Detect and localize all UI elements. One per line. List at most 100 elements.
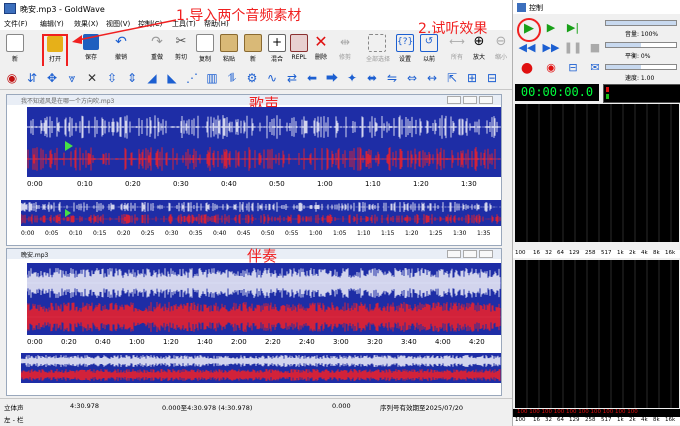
- balance-slider[interactable]: [605, 42, 677, 48]
- menu-file[interactable]: 文件(F): [4, 19, 28, 29]
- reverse-icon[interactable]: ⇋: [384, 70, 400, 86]
- frequency-axis: 100 16 32 64 129 258 517 1k 2k 4k 8k 16k: [513, 250, 680, 258]
- play-button[interactable]: ▶: [517, 18, 541, 42]
- freq-label: 4k: [641, 250, 648, 256]
- mechanize-icon[interactable]: ⚙: [244, 70, 260, 86]
- freq-label: 129: [569, 250, 580, 256]
- select-all-icon: [368, 34, 386, 52]
- time-tick: 1:20: [405, 230, 419, 237]
- normalize-icon[interactable]: ⇕: [124, 70, 140, 86]
- speed-slider-fill: [606, 65, 641, 69]
- invert-icon[interactable]: ⥮: [224, 70, 240, 86]
- spectrum-analyzer: [515, 104, 679, 242]
- volume-slider[interactable]: [605, 20, 677, 26]
- spatial-icon[interactable]: ⇱: [444, 70, 460, 86]
- set-button[interactable]: {?} 设置: [394, 34, 416, 64]
- noise-icon[interactable]: ∿: [264, 70, 280, 86]
- accompaniment-document-title: 晚安.mp3: [21, 252, 49, 259]
- marker-button[interactable]: ⊟: [563, 60, 583, 76]
- open-button[interactable]: 打开: [42, 34, 68, 68]
- vocal-overview[interactable]: [20, 200, 501, 226]
- time-tick: 0:40: [213, 230, 227, 237]
- time-tick: 1:00: [317, 180, 333, 188]
- zoom-out-button[interactable]: ⊖ 缩小: [490, 34, 512, 64]
- vocal-waveform[interactable]: [26, 107, 501, 177]
- play-selection-button[interactable]: ▶: [541, 20, 561, 36]
- vocal-document-title: 我不知道风是在哪一个方向吹.mp3: [21, 98, 115, 105]
- stretch-icon[interactable]: ⇵: [24, 70, 40, 86]
- settings-button[interactable]: ✉: [585, 60, 605, 76]
- playback-rate-icon[interactable]: ⇔: [404, 70, 420, 86]
- time-display: 00:00:00.0: [515, 84, 599, 101]
- time-tick: 1:35: [477, 230, 491, 237]
- minimize-button[interactable]: [447, 96, 461, 104]
- new-button[interactable]: 新: [4, 34, 26, 64]
- compress-icon[interactable]: ⇳: [104, 70, 120, 86]
- record-selection-button[interactable]: ◉: [541, 60, 561, 76]
- replace-button[interactable]: REPL: [288, 34, 310, 64]
- spectrum-grid: [526, 104, 672, 242]
- annotation-step1: 1.导入两个音频素材: [176, 8, 302, 24]
- trim-button[interactable]: ⇹ 修剪: [334, 34, 356, 64]
- time-tick: 0:30: [165, 230, 179, 237]
- reverb-icon[interactable]: ⬌: [364, 70, 380, 86]
- freq-label: 100: [515, 417, 526, 423]
- fade-in-icon[interactable]: ◢: [144, 70, 160, 86]
- time-tick: 3:20: [367, 338, 383, 346]
- time-tick: 0:50: [261, 230, 275, 237]
- menu-edit[interactable]: 编辑(Y): [40, 19, 64, 29]
- paste-button[interactable]: 粘贴: [218, 34, 240, 64]
- zoom-in-button[interactable]: ⊕ 放大: [468, 34, 490, 64]
- freq-label: 2k: [629, 250, 636, 256]
- vocal-document-window: 我不知道风是在哪一个方向吹.mp3 歌声 0:00 0:10 0:20 0:30…: [6, 94, 502, 246]
- speed-slider[interactable]: [605, 64, 677, 70]
- crossfade-icon[interactable]: ✕: [84, 70, 100, 86]
- time-tick: 1:40: [197, 338, 213, 346]
- time-tick: 1:25: [429, 230, 443, 237]
- maximize-button[interactable]: [463, 250, 477, 258]
- maximize-button[interactable]: [463, 96, 477, 104]
- pitch-icon[interactable]: ✦: [344, 70, 360, 86]
- freq-label: 2k: [629, 417, 636, 423]
- freq-label: 64: [557, 417, 564, 423]
- play-to-end-button[interactable]: ▶|: [563, 20, 583, 36]
- time-tick: 0:05: [45, 230, 59, 237]
- previous-button[interactable]: ↺ 以前: [418, 34, 440, 64]
- pan-right-icon[interactable]: ⮕: [324, 70, 340, 86]
- close-button[interactable]: [479, 96, 493, 104]
- balance-slider-fill: [606, 43, 641, 47]
- offset-icon[interactable]: ⇄: [284, 70, 300, 86]
- delete-button[interactable]: ✕ 删除: [310, 34, 332, 64]
- time-tick: 0:45: [237, 230, 251, 237]
- fast-forward-button[interactable]: ▶▶: [541, 40, 561, 56]
- paste-new-button[interactable]: 新: [242, 34, 264, 64]
- frequency-axis-bottom: 100 16 32 64 129 258 517 1k 2k 4k 8k 16k: [513, 417, 680, 425]
- fade-out-icon[interactable]: ◣: [164, 70, 180, 86]
- filter-icon[interactable]: ⩔: [64, 70, 80, 86]
- speed-label: 速度: 1.00: [625, 75, 655, 82]
- control-title: 控制: [529, 4, 543, 12]
- pan-left-icon[interactable]: ⬅: [304, 70, 320, 86]
- copy-button[interactable]: 复制: [194, 34, 216, 64]
- eq-icon[interactable]: ▥: [204, 70, 220, 86]
- set-icon: {?}: [396, 34, 414, 52]
- pause-button[interactable]: ❚❚: [563, 40, 583, 56]
- volume-effect-icon[interactable]: ⊟: [484, 70, 500, 86]
- mix-button[interactable]: + 混合: [266, 34, 288, 64]
- record-button[interactable]: ●: [517, 60, 537, 76]
- rewind-button[interactable]: ◀◀: [517, 40, 537, 56]
- volume-label: 音量: 100%: [625, 31, 659, 38]
- close-button[interactable]: [479, 250, 493, 258]
- all-button[interactable]: ⟷ 所有: [446, 34, 468, 64]
- time-warp-icon[interactable]: ⊞: [464, 70, 480, 86]
- record-effect-icon[interactable]: ◉: [4, 70, 20, 86]
- echo-icon[interactable]: ⋰: [184, 70, 200, 86]
- accompaniment-overview[interactable]: [20, 353, 501, 383]
- expand-icon[interactable]: ✥: [44, 70, 60, 86]
- select-all-button[interactable]: 全部选择: [366, 34, 390, 64]
- minimize-button[interactable]: [447, 250, 461, 258]
- silence-icon[interactable]: ↔: [424, 70, 440, 86]
- stop-button[interactable]: ■: [585, 40, 605, 56]
- time-tick: 2:20: [265, 338, 281, 346]
- accompaniment-waveform[interactable]: [26, 263, 501, 335]
